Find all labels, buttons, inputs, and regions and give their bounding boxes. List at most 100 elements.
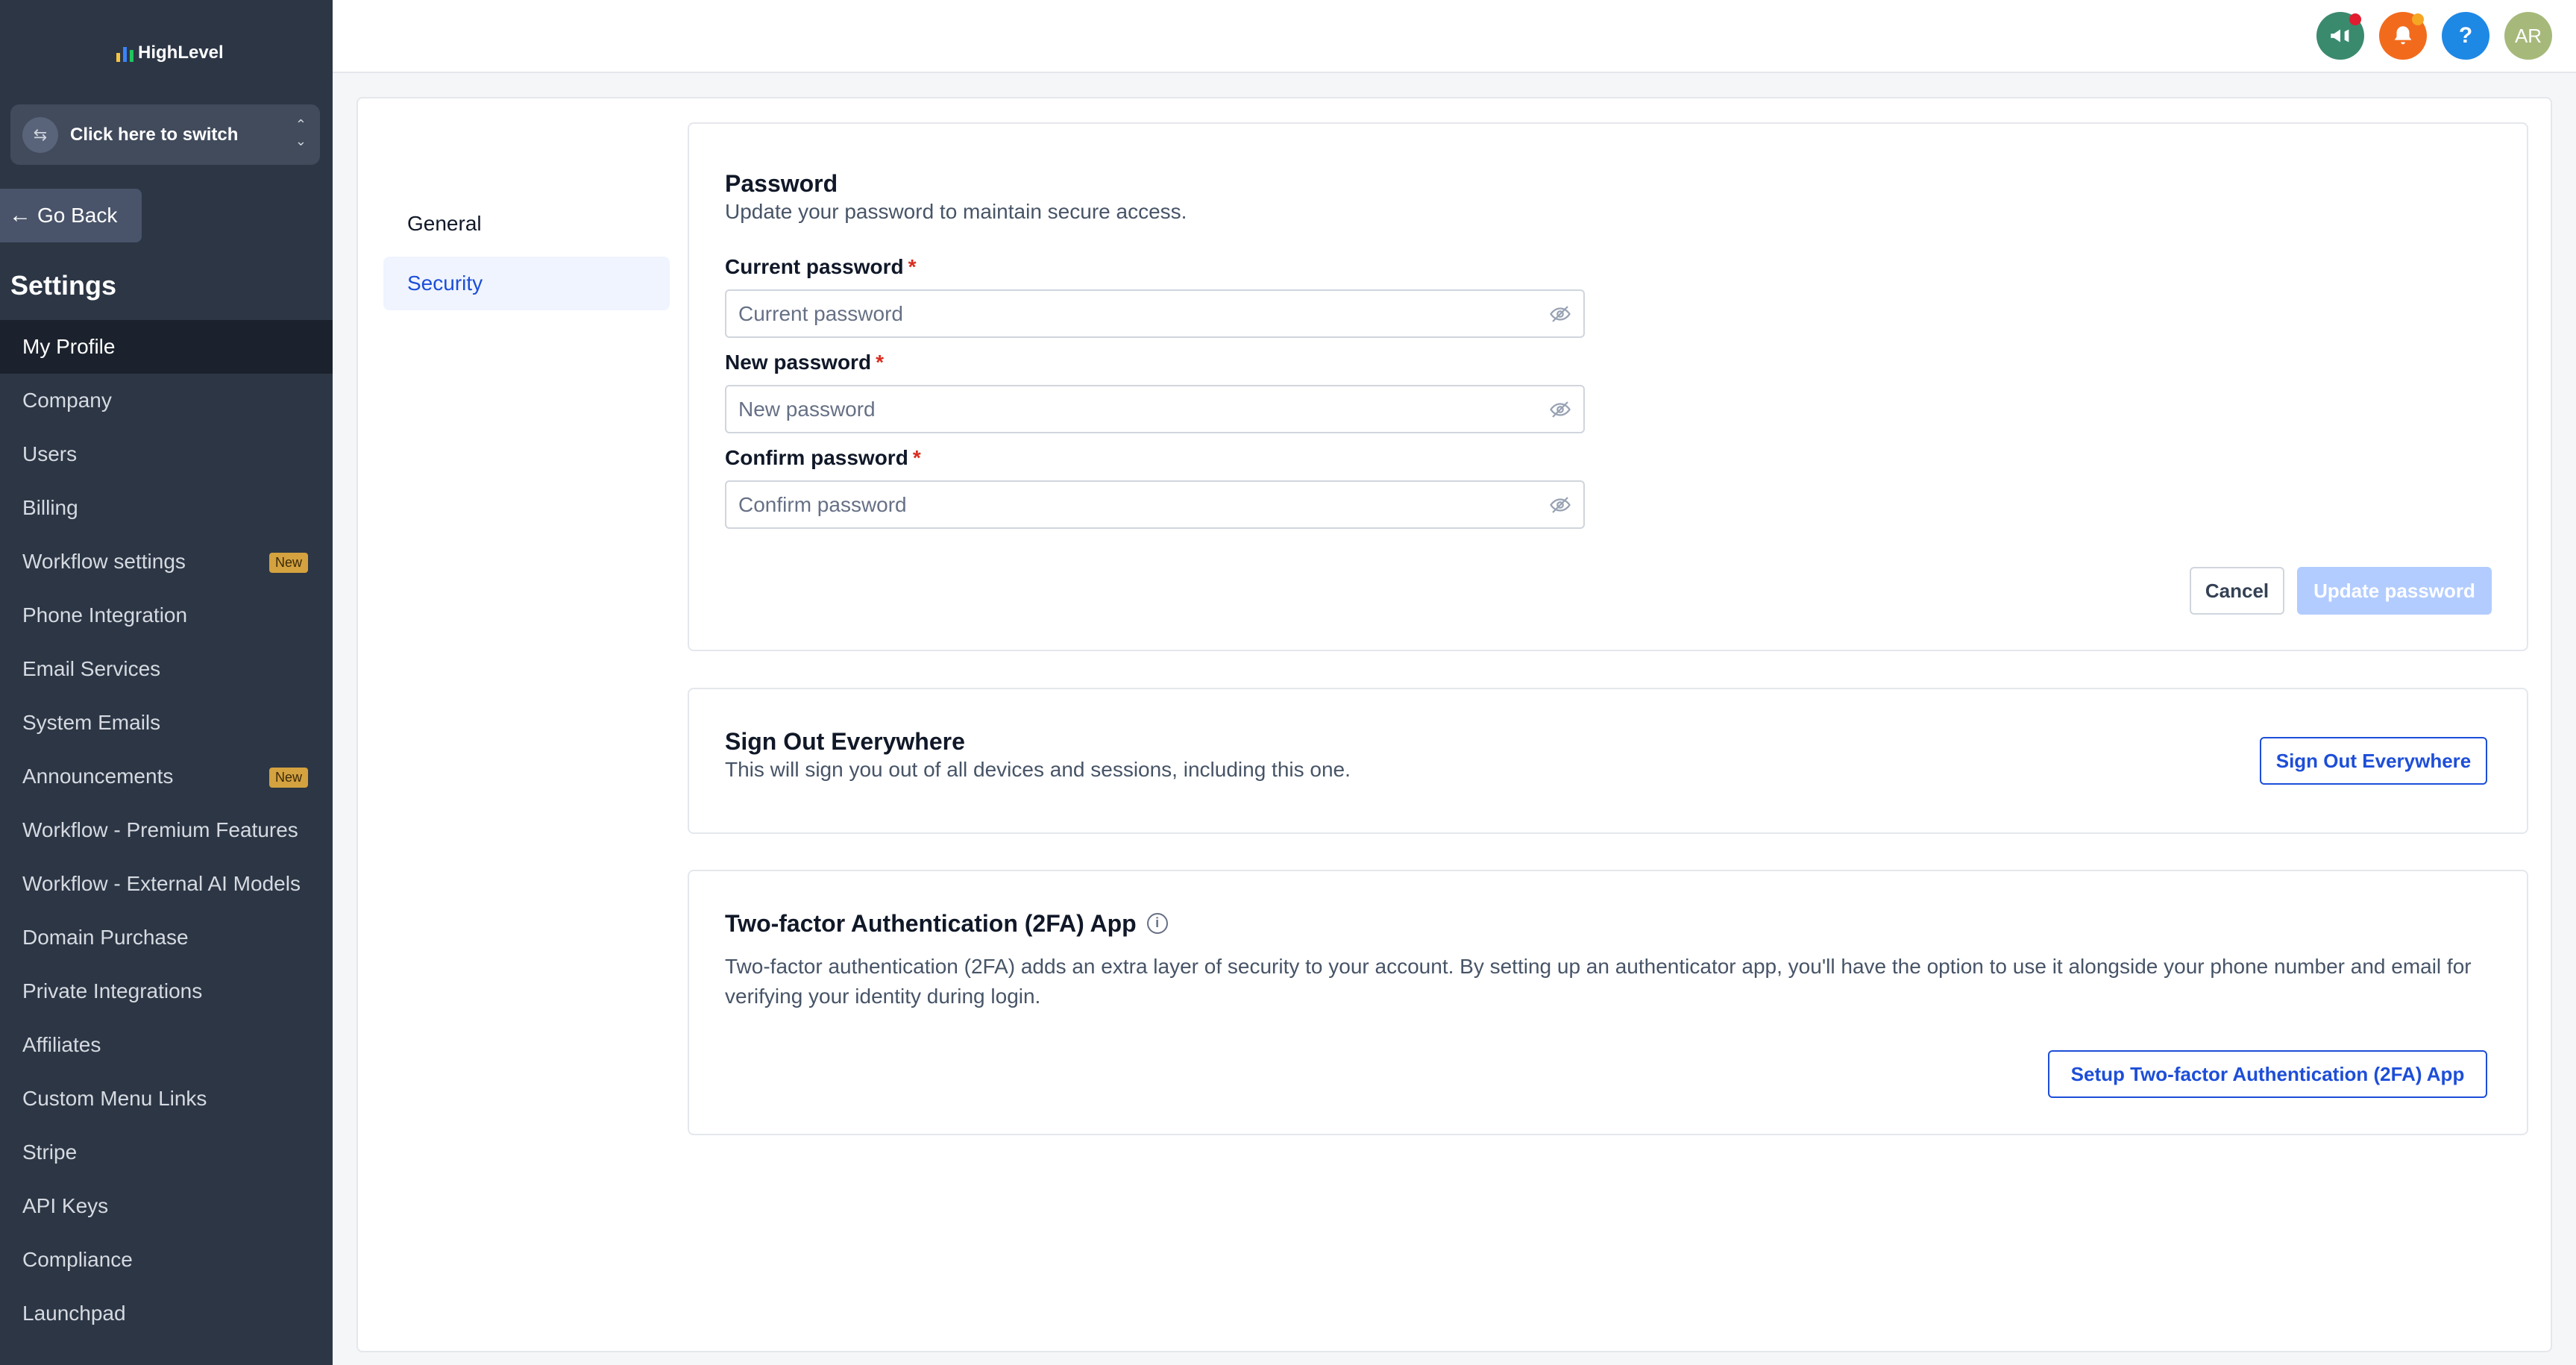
sidebar-item-workflow-premium[interactable]: Workflow - Premium Features [0, 803, 333, 857]
switcher-label: Click here to switch [70, 124, 239, 145]
password-panel: Password Update your password to maintai… [688, 122, 2528, 651]
field-label-text: Current password [725, 255, 904, 278]
settings-title: Settings [10, 270, 117, 301]
sidebar-item-custom-menu-links[interactable]: Custom Menu Links [0, 1072, 333, 1126]
cancel-button[interactable]: Cancel [2190, 567, 2284, 615]
new-password-label: New password * [725, 351, 884, 374]
sidebar-item-private-integrations[interactable]: Private Integrations [0, 964, 333, 1018]
help-icon[interactable]: ? [2442, 12, 2489, 60]
sign-out-description: This will sign you out of all devices an… [725, 758, 1351, 781]
sidebar-item-my-profile[interactable]: My Profile [0, 320, 333, 374]
megaphone-icon-glyph [2331, 29, 2349, 43]
sidebar-item-label: Announcements [22, 765, 174, 788]
sidebar-item-workflow-settings[interactable]: Workflow settings New [0, 535, 333, 589]
sidebar-item-label: Phone Integration [22, 603, 188, 627]
confirm-password-input[interactable]: Confirm password [725, 480, 1585, 529]
sidebar-item-email-services[interactable]: Email Services [0, 642, 333, 696]
sidebar-item-label: Stripe [22, 1140, 78, 1164]
highlevel-logo[interactable]: HighLevel [116, 42, 224, 64]
sidebar-item-compliance[interactable]: Compliance [0, 1233, 333, 1287]
go-back-button[interactable]: ← Go Back [0, 189, 142, 242]
update-password-button[interactable]: Update password [2297, 567, 2492, 615]
sidebar-item-users[interactable]: Users [0, 427, 333, 481]
two-factor-title: Two-factor Authentication (2FA) App i [725, 910, 1168, 938]
two-factor-panel: Two-factor Authentication (2FA) App i Two… [688, 870, 2528, 1135]
eye-off-icon[interactable] [1548, 494, 1573, 516]
new-password-input[interactable]: New password [725, 385, 1585, 433]
password-title: Password [725, 170, 838, 197]
tab-label: Security [407, 272, 483, 295]
settings-content: General Security Password Update your pa… [356, 97, 2552, 1352]
chevron-up-down-icon: ⌃ ⌄ [295, 117, 307, 148]
two-factor-title-text: Two-factor Authentication (2FA) App [725, 910, 1137, 937]
two-factor-description: Two-factor authentication (2FA) adds an … [725, 955, 2472, 1008]
sidebar-item-label: Launchpad [22, 1302, 126, 1325]
sidebar-item-label: Workflow - External AI Models [22, 872, 301, 895]
sidebar-item-label: Company [22, 389, 112, 412]
sidebar-item-label: Email Services [22, 657, 161, 680]
sidebar-item-billing[interactable]: Billing [0, 481, 333, 535]
info-icon[interactable]: i [1146, 912, 1168, 934]
sidebar-item-label: Billing [22, 496, 78, 519]
sidebar-item-api-keys[interactable]: API Keys [0, 1179, 333, 1233]
field-label-text: New password [725, 351, 872, 374]
logo-bars-icon [116, 44, 133, 62]
bell-icon[interactable] [2379, 12, 2427, 60]
current-password-input[interactable]: Current password [725, 289, 1585, 338]
sidebar-item-label: Affiliates [22, 1033, 101, 1056]
sidebar-item-launchpad[interactable]: Launchpad [0, 1287, 333, 1340]
current-password-label: Current password * [725, 255, 917, 279]
avatar-initials: AR [2514, 24, 2542, 47]
required-asterisk: * [908, 255, 917, 278]
required-asterisk: * [912, 446, 921, 469]
brand-name: HighLevel [138, 43, 224, 63]
sign-out-title: Sign Out Everywhere [725, 728, 965, 755]
sidebar-item-label: Workflow - Premium Features [22, 818, 298, 841]
account-switcher[interactable]: ⇆ Click here to switch ⌃ ⌄ [10, 104, 320, 165]
tab-label: General [407, 212, 482, 235]
sidebar: HighLevel ⇆ Click here to switch ⌃ ⌄ ← Go… [0, 0, 333, 1365]
notification-dot [2412, 13, 2424, 25]
sidebar-item-company[interactable]: Company [0, 374, 333, 427]
sidebar-item-workflow-ai-models[interactable]: Workflow - External AI Models [0, 857, 333, 911]
help-glyph: ? [2458, 23, 2473, 48]
top-bar: ? AR [333, 0, 2576, 73]
new-password-placeholder: New password [738, 397, 876, 421]
eye-off-icon[interactable] [1548, 398, 1573, 421]
settings-nav: My Profile Company Users Billing Workflo… [0, 320, 333, 1340]
required-asterisk: * [876, 351, 884, 374]
sidebar-item-label: Workflow settings [22, 550, 186, 573]
sidebar-item-label: Private Integrations [22, 979, 203, 1002]
sidebar-item-phone-integration[interactable]: Phone Integration [0, 589, 333, 642]
go-back-label: Go Back [37, 204, 118, 227]
sidebar-item-label: Compliance [22, 1248, 133, 1271]
sidebar-item-label: My Profile [22, 335, 116, 358]
arrow-left-icon: ← [9, 203, 31, 228]
sidebar-item-announcements[interactable]: Announcements New [0, 750, 333, 803]
confirm-password-label: Confirm password * [725, 446, 921, 470]
setup-two-factor-button[interactable]: Setup Two-factor Authentication (2FA) Ap… [2048, 1050, 2487, 1098]
field-label-text: Confirm password [725, 446, 908, 469]
notification-dot [2349, 13, 2361, 25]
avatar[interactable]: AR [2504, 12, 2552, 60]
tab-general[interactable]: General [383, 197, 670, 251]
sidebar-item-label: API Keys [22, 1194, 109, 1217]
password-description: Update your password to maintain secure … [725, 200, 1187, 223]
sidebar-item-stripe[interactable]: Stripe [0, 1126, 333, 1179]
sidebar-item-system-emails[interactable]: System Emails [0, 696, 333, 750]
tab-security[interactable]: Security [383, 257, 670, 310]
sidebar-item-label: Users [22, 442, 78, 465]
sidebar-item-label: System Emails [22, 711, 161, 734]
eye-off-icon[interactable] [1548, 303, 1573, 325]
sidebar-item-affiliates[interactable]: Affiliates [0, 1018, 333, 1072]
sidebar-item-domain-purchase[interactable]: Domain Purchase [0, 911, 333, 964]
new-badge: New [268, 553, 308, 573]
sidebar-item-label: Custom Menu Links [22, 1087, 207, 1110]
megaphone-icon[interactable] [2316, 12, 2364, 60]
sign-out-panel: Sign Out Everywhere This will sign you o… [688, 688, 2528, 834]
bell-icon-glyph [2394, 26, 2412, 45]
current-password-placeholder: Current password [738, 301, 903, 325]
new-badge: New [268, 768, 308, 788]
sign-out-everywhere-button[interactable]: Sign Out Everywhere [2260, 737, 2487, 785]
sidebar-item-label: Domain Purchase [22, 926, 189, 949]
